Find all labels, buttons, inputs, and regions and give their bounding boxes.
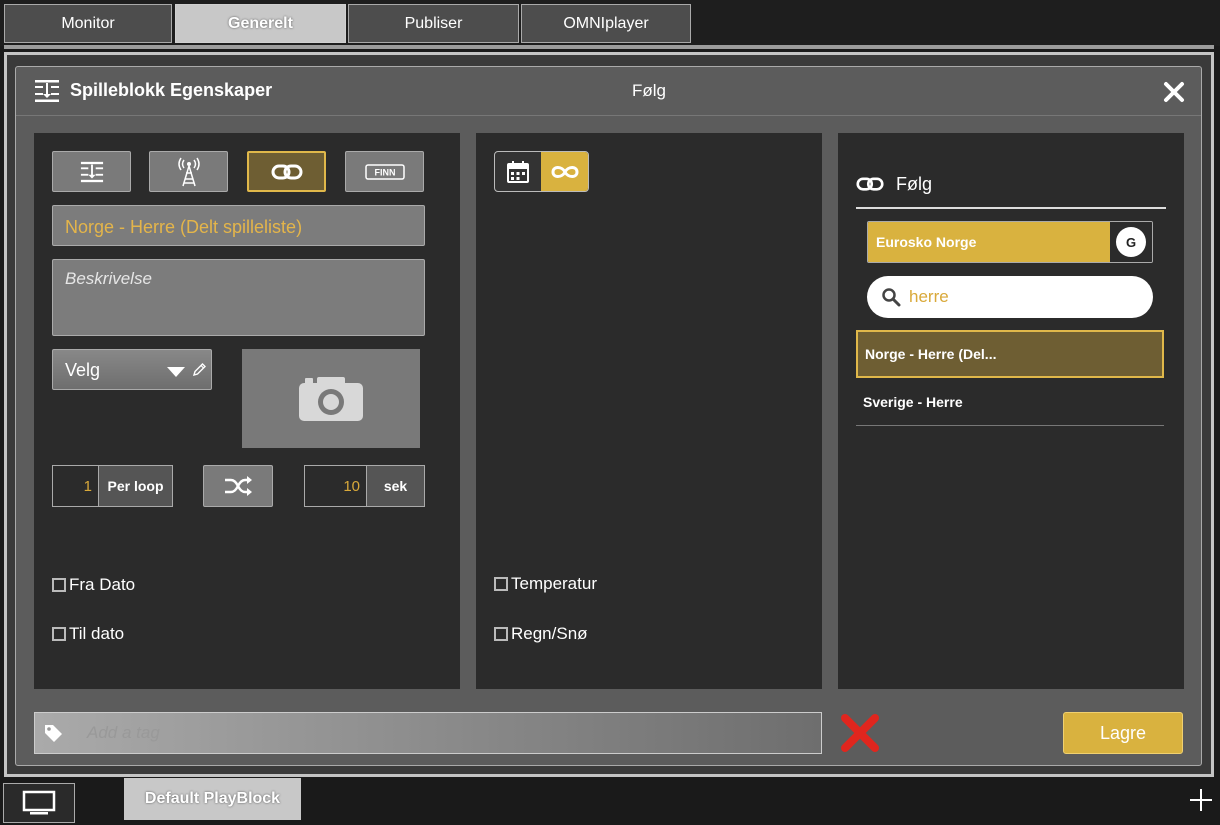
broadcast-type-button[interactable]: [149, 151, 228, 192]
tab-publiser[interactable]: Publiser: [348, 4, 519, 43]
playblock-properties-dialog: Spilleblokk Egenskaper Følg FINN Norge -…: [15, 66, 1202, 766]
camera-icon: [299, 376, 363, 421]
from-date-label: Fra Dato: [69, 575, 136, 594]
loop-count-value[interactable]: 1: [53, 466, 99, 506]
top-tab-bar: Monitor Generelt Publiser OMNIplayer: [0, 0, 1220, 46]
to-date-checkbox[interactable]: Til dato: [52, 624, 124, 644]
loop-count-field[interactable]: 1 Per loop: [52, 465, 173, 507]
description-input[interactable]: Beskrivelse: [52, 259, 425, 336]
monitor-button[interactable]: [3, 783, 75, 823]
dialog-title: Spilleblokk Egenskaper: [70, 80, 273, 100]
finn-type-button[interactable]: FINN: [345, 151, 424, 192]
tab-omniplayer[interactable]: OMNIplayer: [521, 4, 691, 43]
calendar-mode-button[interactable]: [495, 152, 541, 191]
tab-default-playblock[interactable]: Default PlayBlock: [124, 778, 301, 820]
category-select-value: Velg: [65, 360, 101, 380]
source-selector[interactable]: Eurosko Norge G: [867, 221, 1153, 263]
caret-down-icon: [167, 367, 185, 377]
source-label[interactable]: Eurosko Norge: [868, 222, 1110, 262]
follow-header-label: Følg: [896, 173, 932, 194]
playlist-icon: [80, 161, 103, 182]
search-value: herre: [909, 287, 949, 306]
temperature-checkbox[interactable]: Temperatur: [494, 574, 597, 594]
delete-icon[interactable]: [840, 713, 880, 753]
tab-monitor[interactable]: Monitor: [4, 4, 172, 43]
source-badge-button[interactable]: G: [1110, 222, 1152, 262]
search-input[interactable]: herre: [867, 276, 1153, 318]
save-button[interactable]: Lagre: [1063, 712, 1183, 754]
source-badge: G: [1116, 227, 1146, 257]
tag-icon: [35, 713, 71, 753]
loop-count-unit: Per loop: [99, 466, 172, 506]
search-icon: [882, 288, 901, 307]
checkbox-box[interactable]: [494, 627, 508, 641]
calendar-icon: [507, 160, 529, 183]
dialog-subtitle: Følg: [632, 81, 666, 100]
category-select[interactable]: Velg: [52, 349, 212, 390]
to-date-label: Til dato: [69, 624, 125, 643]
rain-snow-checkbox[interactable]: Regn/Snø: [494, 624, 588, 644]
checkbox-box[interactable]: [494, 577, 508, 591]
finn-logo-text: FINN: [374, 167, 395, 177]
link-icon: [271, 164, 302, 179]
playlist-type-button[interactable]: [52, 151, 131, 192]
follow-header: Følg: [856, 161, 1166, 209]
list-item[interactable]: Norge - Herre (Del...: [856, 330, 1164, 378]
tab-divider: [4, 45, 1214, 49]
follow-panel: Følg Eurosko Norge G herre Norge - Herre…: [838, 133, 1184, 689]
name-input[interactable]: Norge - Herre (Delt spilleliste): [52, 205, 425, 246]
list-item[interactable]: Sverige - Herre: [856, 378, 1164, 426]
dialog-header: Spilleblokk Egenskaper Følg: [16, 67, 1201, 116]
duration-value[interactable]: 10: [305, 466, 367, 506]
pencil-icon[interactable]: [191, 362, 207, 378]
image-upload-area[interactable]: [242, 349, 420, 448]
close-icon[interactable]: [1163, 81, 1185, 103]
shuffle-button[interactable]: [203, 465, 273, 507]
infinity-icon: [550, 165, 579, 178]
rain-snow-label: Regn/Snø: [511, 624, 588, 643]
link-icon: [856, 177, 884, 191]
checkbox-box[interactable]: [52, 578, 66, 592]
follow-type-button[interactable]: [247, 151, 326, 192]
add-icon[interactable]: [1188, 787, 1214, 813]
monitor-icon: [22, 790, 56, 815]
shuffle-icon: [225, 476, 252, 496]
temperature-label: Temperatur: [511, 574, 597, 593]
finn-logo-icon: FINN: [364, 163, 405, 180]
broadcast-tower-icon: [177, 157, 200, 186]
checkbox-box[interactable]: [52, 627, 66, 641]
schedule-panel: Temperatur Regn/Snø: [476, 133, 822, 689]
bottom-bar: Default PlayBlock: [0, 778, 1220, 825]
tag-placeholder: Add a tag: [87, 723, 160, 742]
duration-unit: sek: [367, 466, 424, 506]
duration-field[interactable]: 10 sek: [304, 465, 425, 507]
infinite-mode-button[interactable]: [541, 152, 588, 191]
playlist-icon: [35, 80, 59, 102]
general-panel: FINN Norge - Herre (Delt spilleliste) Be…: [34, 133, 460, 689]
tab-generelt[interactable]: Generelt: [175, 4, 346, 43]
schedule-mode-toggle[interactable]: [494, 151, 589, 192]
tag-input[interactable]: Add a tag: [34, 712, 822, 754]
from-date-checkbox[interactable]: Fra Dato: [52, 575, 135, 595]
